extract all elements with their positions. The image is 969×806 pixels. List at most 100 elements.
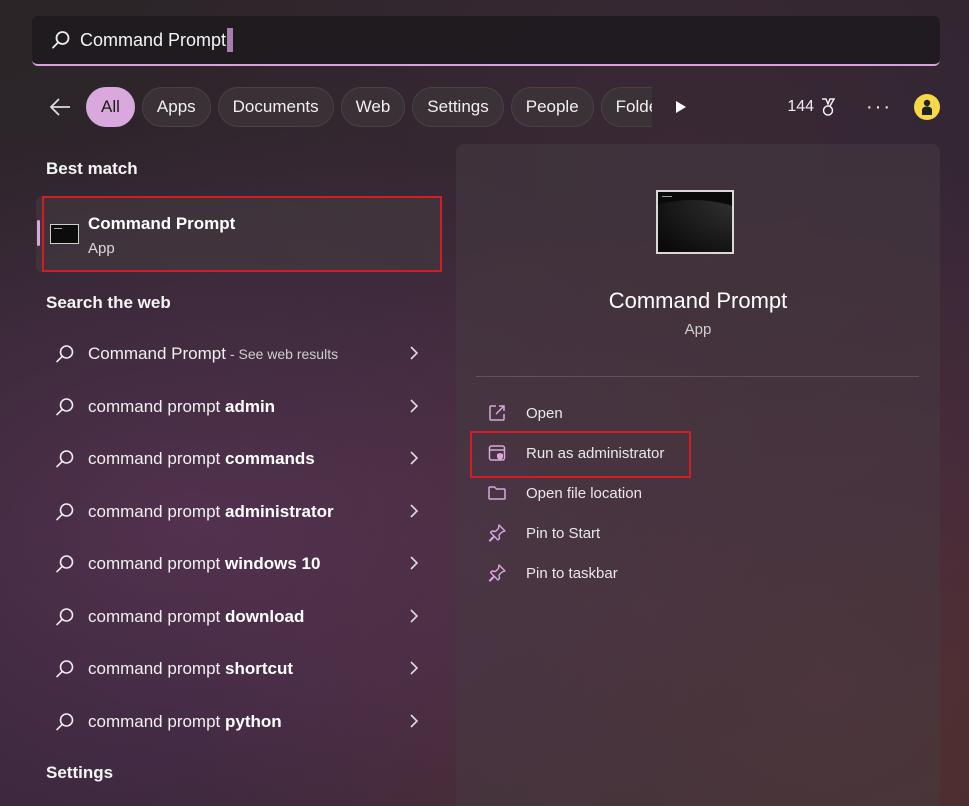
web-result-label: command prompt windows 10 <box>88 554 324 574</box>
chevron-right-icon[interactable] <box>410 398 419 418</box>
result-keyword: administrator <box>225 501 334 521</box>
result-prefix: command prompt <box>88 659 225 679</box>
detail-subtitle: App <box>684 321 712 338</box>
result-prefix: command prompt <box>88 501 225 521</box>
web-result-label: command prompt admin <box>88 397 279 417</box>
list-item[interactable]: Command Prompt - See web results <box>46 328 436 381</box>
filter-tabs: AllAppsDocumentsWebSettingsPeopleFolde <box>86 87 652 127</box>
chevron-right-icon[interactable] <box>410 713 419 733</box>
web-result-label: command prompt download <box>88 607 308 627</box>
web-result-label: command prompt commands <box>88 449 319 469</box>
detail-panel: Command Prompt App Open Run as administra… <box>456 144 940 806</box>
list-item[interactable]: command prompt python <box>46 696 436 749</box>
search-icon <box>54 658 76 680</box>
result-keyword: admin <box>225 396 276 416</box>
play-arrow-icon <box>676 101 686 113</box>
chevron-right-icon[interactable] <box>410 451 419 470</box>
search-icon <box>54 501 76 523</box>
result-suffix: - See web results <box>229 346 339 363</box>
result-prefix: Command Prompt <box>88 344 226 364</box>
tab-apps[interactable]: Apps <box>141 87 211 127</box>
search-icon <box>50 29 72 51</box>
search-bar[interactable]: Command Prompt <box>32 16 940 66</box>
action-open-file-location[interactable]: Open file location <box>486 473 664 513</box>
search-query-text: Command Prompt <box>80 29 227 50</box>
result-prefix: command prompt <box>88 554 225 574</box>
rewards-points[interactable]: 144 <box>787 97 838 117</box>
tab-folde[interactable]: Folde <box>600 87 652 127</box>
tab-all[interactable]: All <box>86 87 135 127</box>
best-match-item[interactable]: Command Prompt App <box>36 196 442 272</box>
chevron-right-icon[interactable] <box>410 346 419 365</box>
list-item[interactable]: command prompt administrator <box>46 486 436 539</box>
result-prefix: command prompt <box>88 606 225 626</box>
web-result-label: Command Prompt - See web results <box>88 344 338 364</box>
pin-icon <box>486 562 508 584</box>
selection-indicator <box>37 220 40 246</box>
search-input[interactable]: Command Prompt <box>80 28 234 52</box>
search-icon <box>54 606 76 628</box>
search-icon <box>54 553 76 575</box>
action-label: Open file location <box>526 484 642 502</box>
action-open[interactable]: Open <box>486 393 664 433</box>
pin-icon <box>486 522 508 544</box>
web-result-label: command prompt administrator <box>88 502 338 522</box>
tab-settings[interactable]: Settings <box>412 87 504 127</box>
user-icon <box>922 99 932 115</box>
result-prefix: command prompt <box>88 449 225 469</box>
command-prompt-large-icon <box>656 190 734 254</box>
action-label: Open <box>526 404 563 422</box>
folder-icon <box>486 482 508 504</box>
back-button[interactable] <box>40 87 80 127</box>
best-match-subtitle: App <box>88 240 115 257</box>
result-keyword: windows 10 <box>225 554 321 574</box>
web-result-label: command prompt python <box>88 712 286 732</box>
back-arrow-icon <box>49 98 70 116</box>
result-prefix: command prompt <box>88 396 225 416</box>
open-external-icon <box>486 402 508 424</box>
chevron-right-icon[interactable] <box>410 661 419 680</box>
result-keyword: download <box>225 606 305 626</box>
list-item[interactable]: command prompt commands <box>46 433 436 486</box>
action-label: Pin to Start <box>526 524 601 542</box>
text-caret <box>227 28 234 52</box>
list-item[interactable]: command prompt shortcut <box>46 643 436 696</box>
search-icon <box>54 343 76 365</box>
list-item[interactable]: command prompt download <box>46 591 436 644</box>
command-prompt-icon <box>50 224 79 244</box>
tab-documents[interactable]: Documents <box>217 87 334 127</box>
list-item[interactable]: command prompt admin <box>46 381 436 434</box>
tab-people[interactable]: People <box>510 87 594 127</box>
highlight-box <box>42 196 442 272</box>
points-count: 144 <box>787 98 815 115</box>
medal-icon <box>822 98 836 116</box>
action-label: Pin to taskbar <box>526 564 618 582</box>
result-keyword: python <box>225 711 282 731</box>
settings-heading: Settings <box>46 763 114 782</box>
highlight-box-run-as-admin <box>470 431 691 478</box>
tab-web[interactable]: Web <box>340 87 406 127</box>
web-result-label: command prompt shortcut <box>88 659 297 679</box>
action-pin-to-start[interactable]: Pin to Start <box>486 513 664 553</box>
detail-title: Command Prompt <box>608 288 788 313</box>
scroll-filters-button[interactable] <box>666 87 696 127</box>
action-list: Open Run as administrator Open file locati… <box>486 393 664 593</box>
search-icon <box>54 448 76 470</box>
more-options-button[interactable]: ··· <box>866 96 892 119</box>
web-results-list: Command Prompt - See web results command p… <box>46 328 436 748</box>
action-pin-to-taskbar[interactable]: Pin to taskbar <box>486 553 664 593</box>
best-match-title: Command Prompt <box>88 214 236 233</box>
result-keyword: shortcut <box>225 659 293 679</box>
search-icon <box>54 711 76 733</box>
divider <box>476 376 919 377</box>
chevron-right-icon[interactable] <box>410 608 419 628</box>
chevron-right-icon[interactable] <box>410 503 419 523</box>
search-icon <box>54 396 76 418</box>
best-match-heading: Best match <box>46 159 138 178</box>
search-web-heading: Search the web <box>46 293 171 312</box>
avatar[interactable] <box>914 94 940 120</box>
list-item[interactable]: command prompt windows 10 <box>46 538 436 591</box>
chevron-right-icon[interactable] <box>410 556 419 575</box>
filter-row: AllAppsDocumentsWebSettingsPeopleFolde 1… <box>40 86 940 128</box>
result-keyword: commands <box>225 449 315 469</box>
